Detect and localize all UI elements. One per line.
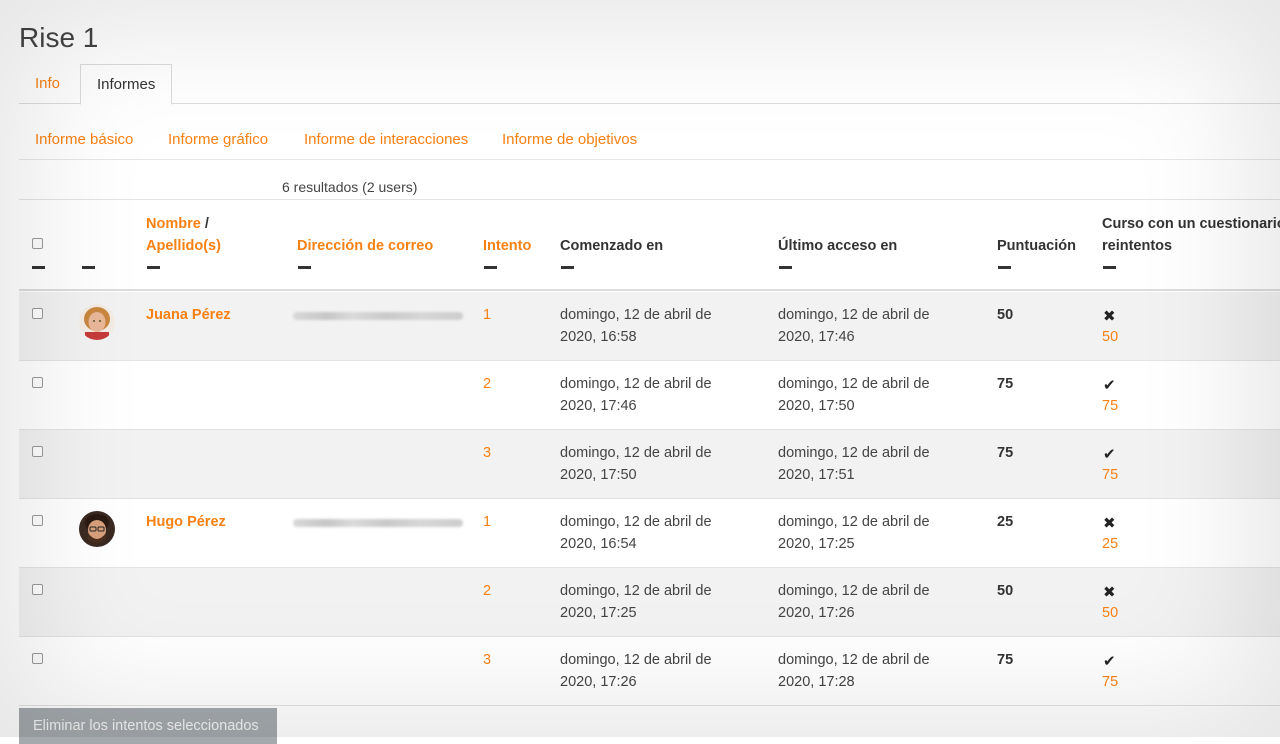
sort-attempt-link[interactable]: Intento <box>483 235 531 257</box>
collapse-icon[interactable] <box>82 266 95 269</box>
last-access-date: domingo, 12 de abril de 2020, 17:28 <box>778 652 930 690</box>
attempt-link[interactable]: 2 <box>483 376 491 392</box>
started-date: domingo, 12 de abril de 2020, 16:54 <box>560 514 712 552</box>
started-date: domingo, 12 de abril de 2020, 17:25 <box>560 583 712 621</box>
collapse-icon[interactable] <box>147 266 160 269</box>
last-access-date: domingo, 12 de abril de 2020, 17:51 <box>778 445 930 483</box>
tab-info[interactable]: Info <box>19 64 76 104</box>
sort-email-link[interactable]: Dirección de correo <box>297 235 433 257</box>
table-row: 2 domingo, 12 de abril de 2020, 17:46 dom… <box>19 361 1280 430</box>
attempt-link[interactable]: 2 <box>483 583 491 599</box>
link-informe-interacciones[interactable]: Informe de interacciones <box>304 131 468 148</box>
tab-informes[interactable]: Informes <box>80 64 173 105</box>
fail-cross-icon: ✖ <box>1103 307 1116 325</box>
col-last-access[interactable]: Último acceso en <box>778 235 897 257</box>
col-name: Nombre / Apellido(s) <box>146 213 221 257</box>
col-course-quiz-line2: reintentos <box>1102 238 1173 254</box>
avatar[interactable] <box>79 511 115 547</box>
row-checkbox[interactable] <box>32 446 43 457</box>
avatar[interactable] <box>79 304 115 340</box>
row-checkbox[interactable] <box>32 584 43 595</box>
score-value: 75 <box>997 445 1014 461</box>
started-date: domingo, 12 de abril de 2020, 16:58 <box>560 307 712 345</box>
select-all-checkbox[interactable] <box>32 238 43 249</box>
fail-cross-icon: ✖ <box>1103 514 1116 532</box>
collapse-icon[interactable] <box>779 266 792 269</box>
email-redacted <box>293 519 463 527</box>
user-name-link[interactable]: Juana Pérez <box>146 307 231 323</box>
last-access-date: domingo, 12 de abril de 2020, 17:25 <box>778 514 930 552</box>
table-header: Nombre / Apellido(s) Dirección de correo… <box>19 199 1280 291</box>
sort-name-link[interactable]: Nombre <box>146 216 201 232</box>
score-value: 75 <box>997 376 1014 392</box>
score-value: 25 <box>997 514 1014 530</box>
row-checkbox[interactable] <box>32 308 43 319</box>
score-value: 75 <box>997 652 1014 668</box>
row-checkbox[interactable] <box>32 377 43 388</box>
email-redacted <box>293 312 463 320</box>
results-summary: 6 resultados (2 users) <box>282 179 418 195</box>
grade-link[interactable]: 50 <box>1102 605 1118 621</box>
col-score[interactable]: Puntuación <box>997 235 1076 257</box>
row-checkbox[interactable] <box>32 653 43 664</box>
link-informe-grafico[interactable]: Informe gráfico <box>168 131 268 148</box>
attempt-link[interactable]: 1 <box>483 307 491 323</box>
last-access-date: domingo, 12 de abril de 2020, 17:50 <box>778 376 930 414</box>
page-title: Rise 1 <box>19 22 99 53</box>
delete-selected-attempts-button[interactable]: Eliminar los intentos seleccionados <box>19 708 277 744</box>
grade-link[interactable]: 75 <box>1102 467 1118 483</box>
collapse-icon[interactable] <box>484 266 497 269</box>
table-row: 3 domingo, 12 de abril de 2020, 17:50 dom… <box>19 430 1280 499</box>
pass-check-icon: ✔ <box>1103 376 1116 394</box>
attempt-link[interactable]: 1 <box>483 514 491 530</box>
attempt-link[interactable]: 3 <box>483 652 491 668</box>
tab-bar: Info Informes <box>19 64 1280 105</box>
table-row: 2 domingo, 12 de abril de 2020, 17:25 dom… <box>19 568 1280 637</box>
collapse-icon[interactable] <box>32 266 45 269</box>
sort-surname-link[interactable]: Apellido(s) <box>146 238 221 254</box>
report-subnav: Informe básico Informe gráfico Informe d… <box>19 122 1280 160</box>
collapse-icon[interactable] <box>998 266 1011 269</box>
score-value: 50 <box>997 583 1014 599</box>
grade-link[interactable]: 75 <box>1102 674 1118 690</box>
grade-link[interactable]: 75 <box>1102 398 1118 414</box>
started-date: domingo, 12 de abril de 2020, 17:50 <box>560 445 712 483</box>
col-started[interactable]: Comenzado en <box>560 235 663 257</box>
table-row: Hugo Pérez 1 domingo, 12 de abril de 2020… <box>19 499 1280 568</box>
col-course-quiz[interactable]: Curso con un cuestionario reintentos <box>1102 213 1280 257</box>
page: Rise 1 Info Informes Informe básico Info… <box>19 0 1280 744</box>
grade-link[interactable]: 25 <box>1102 536 1118 552</box>
user-name-link[interactable]: Hugo Pérez <box>146 514 226 530</box>
attempt-link[interactable]: 3 <box>483 445 491 461</box>
fail-cross-icon: ✖ <box>1103 583 1116 601</box>
collapse-icon[interactable] <box>1103 266 1116 269</box>
pass-check-icon: ✔ <box>1103 652 1116 670</box>
collapse-icon[interactable] <box>561 266 574 269</box>
link-informe-objetivos[interactable]: Informe de objetivos <box>502 131 637 148</box>
table-row: Juana Pérez 1 domingo, 12 de abril de 202… <box>19 292 1280 361</box>
started-date: domingo, 12 de abril de 2020, 17:26 <box>560 652 712 690</box>
col-course-quiz-line1: Curso con un cuestionario <box>1102 216 1280 232</box>
link-informe-basico[interactable]: Informe básico <box>35 131 133 148</box>
score-value: 50 <box>997 307 1014 323</box>
last-access-date: domingo, 12 de abril de 2020, 17:26 <box>778 583 930 621</box>
pass-check-icon: ✔ <box>1103 445 1116 463</box>
name-separator: / <box>204 216 209 232</box>
table-row: 3 domingo, 12 de abril de 2020, 17:26 dom… <box>19 637 1280 706</box>
last-access-date: domingo, 12 de abril de 2020, 17:46 <box>778 307 930 345</box>
row-checkbox[interactable] <box>32 515 43 526</box>
started-date: domingo, 12 de abril de 2020, 17:46 <box>560 376 712 414</box>
collapse-icon[interactable] <box>298 266 311 269</box>
grade-link[interactable]: 50 <box>1102 329 1118 345</box>
